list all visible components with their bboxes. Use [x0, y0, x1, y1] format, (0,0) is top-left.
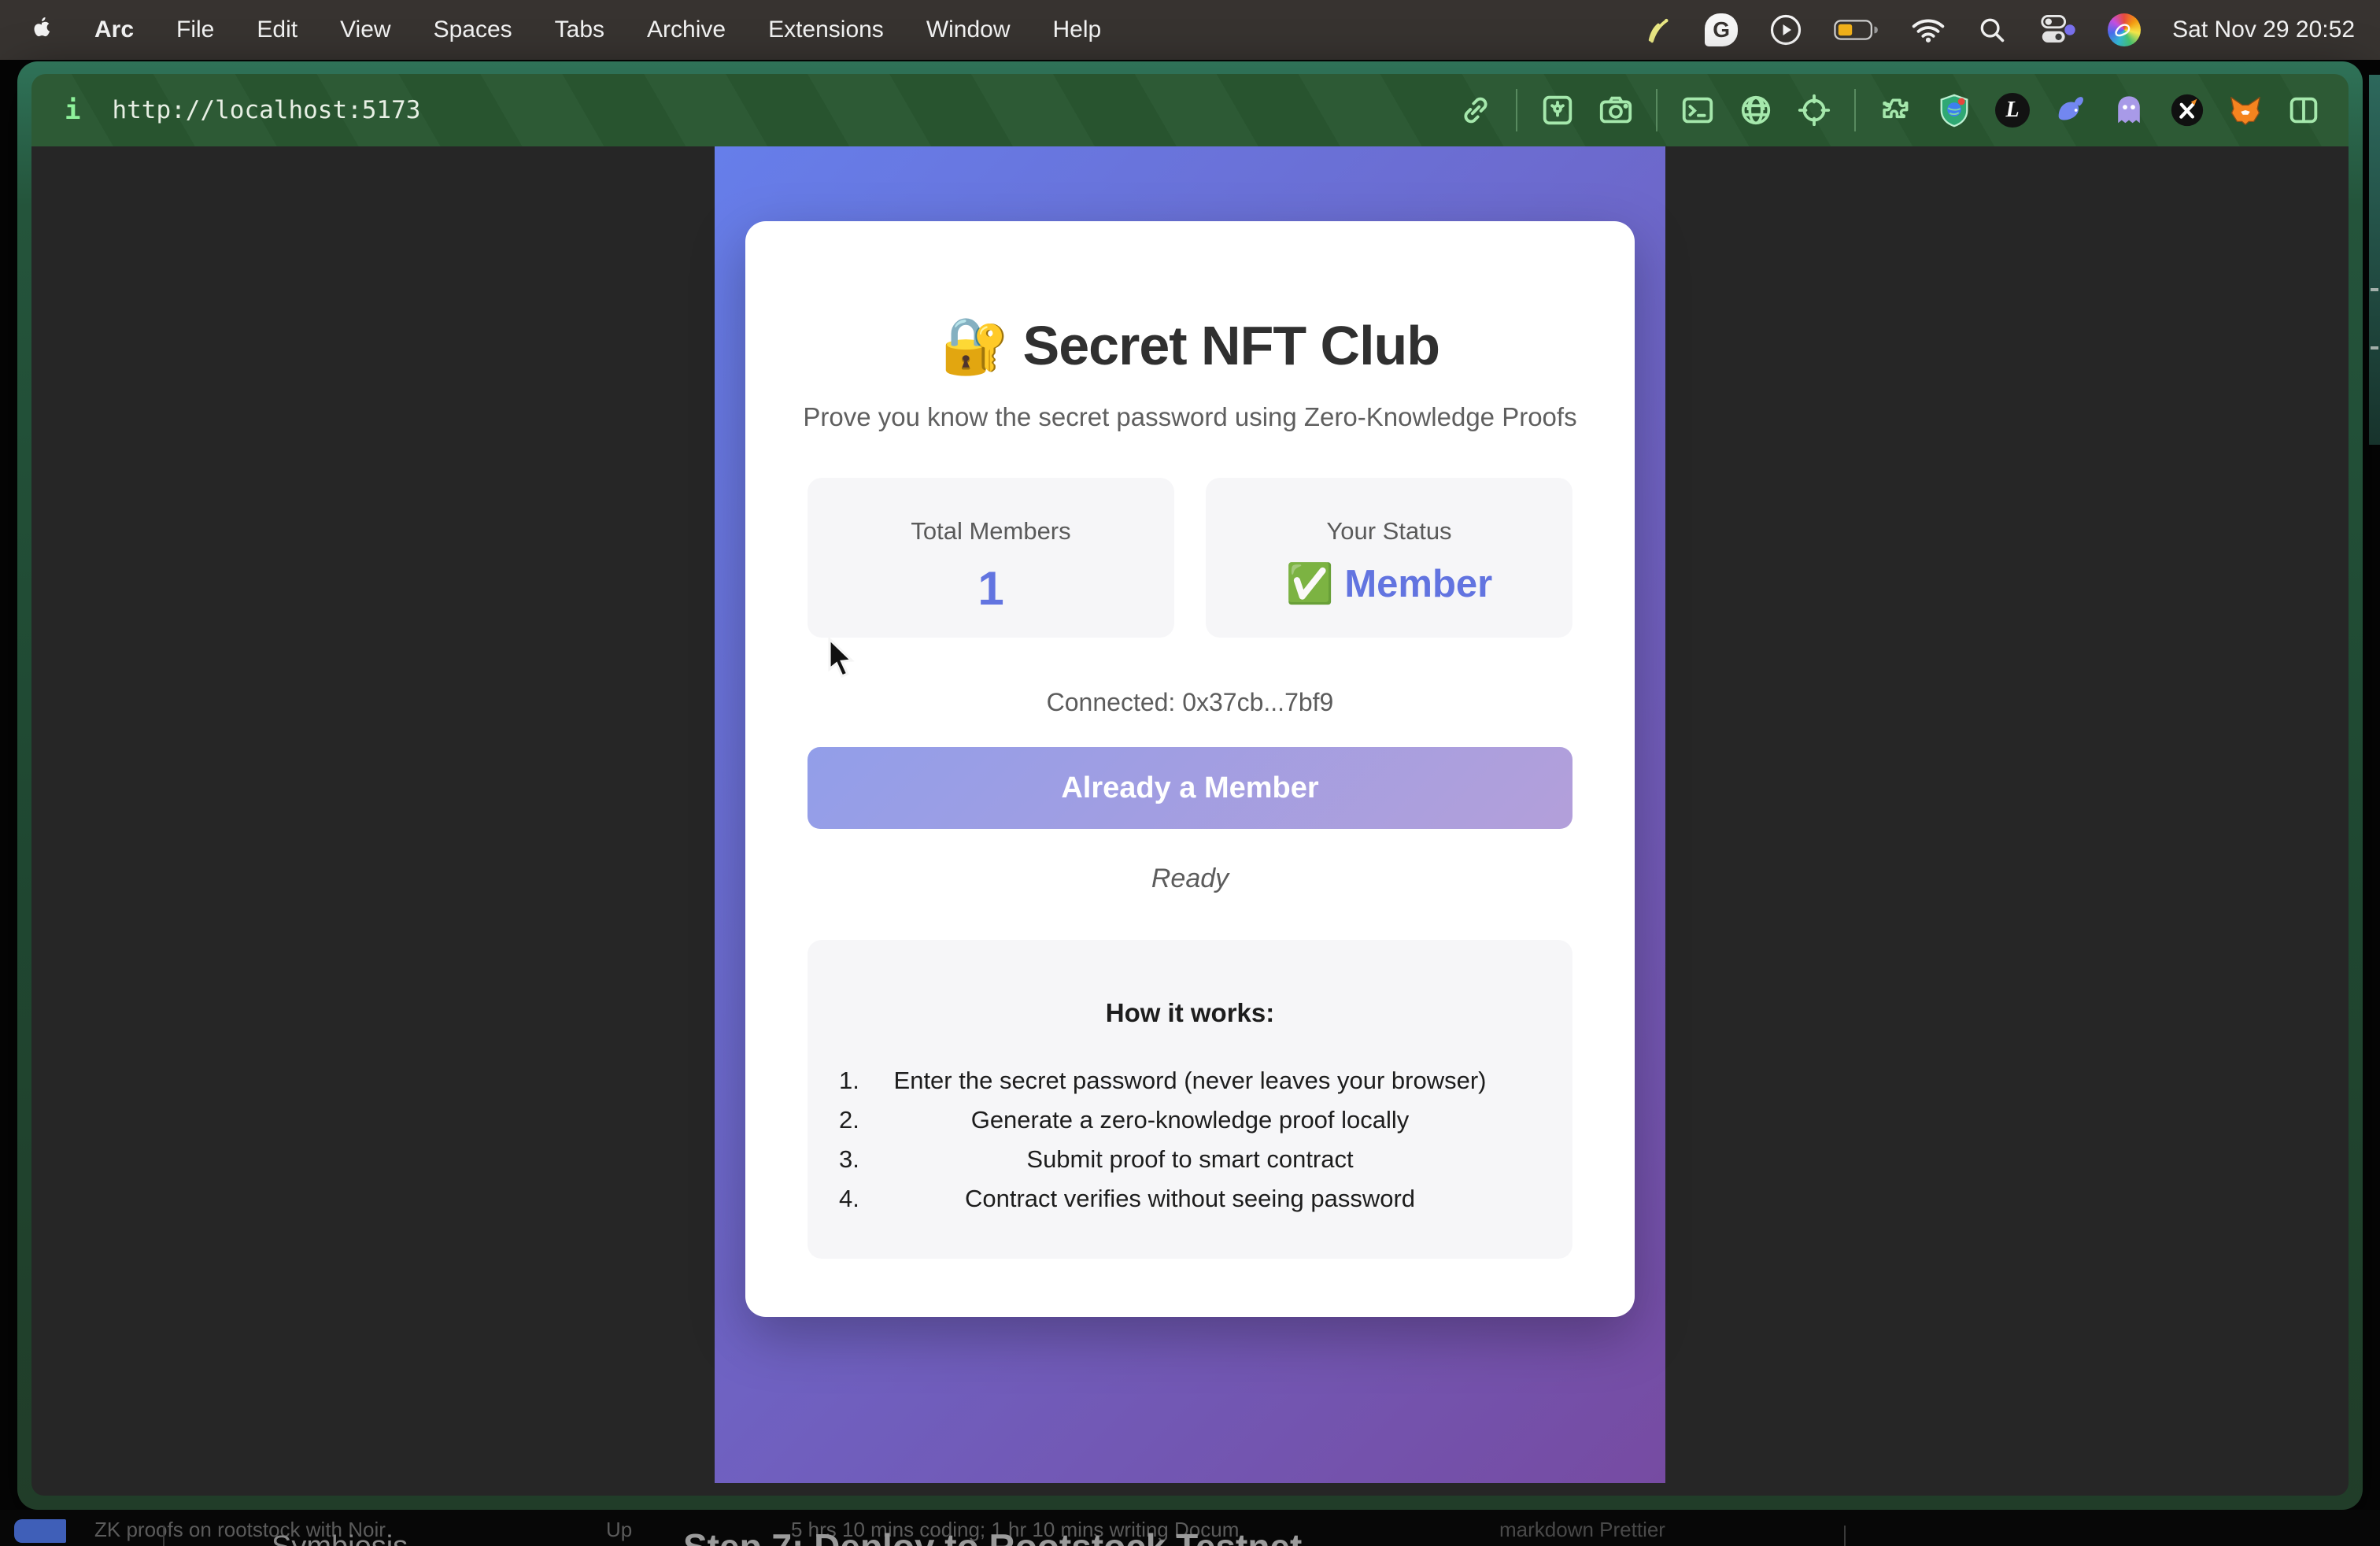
globe-icon[interactable] — [1738, 92, 1774, 128]
loom-icon[interactable]: L — [1994, 92, 2031, 128]
step-4: 4. Contract verifies without seeing pass… — [808, 1179, 1572, 1219]
menu-item-file[interactable]: File — [176, 17, 214, 43]
search-icon[interactable] — [1977, 13, 2007, 47]
status-text: Ready — [745, 864, 1635, 894]
x-app-icon[interactable] — [2169, 92, 2205, 128]
rabby-wallet-icon[interactable] — [2053, 92, 2089, 128]
background-statusbar: markdown Prettier — [1499, 1518, 1665, 1542]
background-symbiosis-label: Symbiosis — [272, 1530, 408, 1546]
apple-icon[interactable] — [28, 13, 52, 47]
menu-item-help[interactable]: Help — [1053, 17, 1102, 43]
sparkle-icon[interactable] — [1643, 13, 1673, 47]
your-status-label: Your Status — [1206, 517, 1572, 546]
site-info-icon[interactable]: i — [65, 94, 80, 126]
total-members-value: 1 — [808, 561, 1174, 616]
picture-in-picture-icon[interactable] — [1539, 92, 1576, 128]
menu-item-view[interactable]: View — [340, 17, 390, 43]
wifi-icon[interactable] — [1911, 13, 1946, 47]
how-it-works-box: How it works: 1. Enter the secret passwo… — [808, 940, 1572, 1259]
menu-item-arc[interactable]: Arc — [94, 17, 134, 43]
step-3: 3. Submit proof to smart contract — [808, 1140, 1572, 1179]
control-center-icon[interactable] — [2038, 13, 2076, 47]
menu-item-tabs[interactable]: Tabs — [555, 17, 604, 43]
extensions-puzzle-icon[interactable] — [1878, 92, 1914, 128]
background-step-heading: Step 7: Deploy to Rootstock Testnet — [683, 1526, 1302, 1546]
background-window-tick — [2371, 288, 2378, 291]
browser-viewport: 🔐 Secret NFT Club Prove you know the sec… — [31, 146, 2349, 1496]
link-icon[interactable] — [1458, 92, 1494, 128]
secret-nft-club-card: 🔐 Secret NFT Club Prove you know the sec… — [745, 221, 1635, 1317]
mouse-cursor — [825, 638, 859, 689]
split-view-icon[interactable] — [2286, 92, 2322, 128]
background-divider — [1844, 1526, 1846, 1546]
menu-clock[interactable]: Sat Nov 29 20:52 — [2172, 17, 2355, 43]
ghostery-icon[interactable] — [2111, 92, 2147, 128]
page-title: 🔐 Secret NFT Club — [745, 221, 1635, 379]
background-tab-chip — [14, 1519, 66, 1543]
how-it-works-steps: 1. Enter the secret password (never leav… — [808, 1061, 1572, 1219]
menu-item-window[interactable]: Window — [926, 17, 1011, 43]
total-members-box: Total Members 1 — [808, 478, 1174, 638]
stats-row: Total Members 1 Your Status ✅ Member — [808, 478, 1572, 638]
total-members-label: Total Members — [808, 517, 1174, 546]
address-bar[interactable]: http://localhost:5173 — [112, 96, 420, 124]
color-wheel-icon[interactable] — [2108, 13, 2141, 46]
background-windows-strip: ZK proofs on rootstock with Noir Up 5 hr… — [0, 1510, 2380, 1546]
battery-icon[interactable] — [1834, 13, 1879, 47]
step-2: 2. Generate a zero-knowledge proof local… — [808, 1100, 1572, 1140]
background-window-edge — [2369, 75, 2380, 445]
arc-browser-window: i http://localhost:5173 — [17, 61, 2363, 1510]
toolbar-divider — [1516, 89, 1517, 131]
how-it-works-title: How it works: — [808, 998, 1572, 1028]
your-status-value: ✅ Member — [1206, 561, 1572, 606]
camera-icon[interactable] — [1598, 92, 1634, 128]
target-icon[interactable] — [1796, 92, 1832, 128]
grammarly-icon[interactable]: G — [1705, 13, 1738, 47]
page-gradient-background: 🔐 Secret NFT Club Prove you know the sec… — [715, 146, 1665, 1483]
toolbar-divider — [1656, 89, 1658, 131]
play-circle-icon[interactable] — [1769, 13, 1802, 47]
connected-address: Connected: 0x37cb...7bf9 — [745, 688, 1635, 717]
terminal-icon[interactable] — [1680, 92, 1716, 128]
desktop: Arc File Edit View Spaces Tabs Archive E… — [0, 0, 2380, 1546]
background-divider — [163, 1526, 164, 1546]
page-subtitle: Prove you know the secret password using… — [745, 402, 1635, 432]
menu-item-extensions[interactable]: Extensions — [768, 17, 884, 43]
background-window-tick — [2371, 346, 2378, 350]
toolbar-divider — [1854, 89, 1856, 131]
your-status-box: Your Status ✅ Member — [1206, 478, 1572, 638]
browser-toolbar: i http://localhost:5173 — [31, 74, 2349, 146]
background-tab-up: Up — [606, 1518, 632, 1542]
menu-item-spaces[interactable]: Spaces — [434, 17, 512, 43]
privacy-shield-icon[interactable] — [1936, 92, 1972, 128]
menu-bar: Arc File Edit View Spaces Tabs Archive E… — [0, 0, 2380, 60]
already-member-button[interactable]: Already a Member — [808, 747, 1572, 829]
menu-item-archive[interactable]: Archive — [647, 17, 726, 43]
menu-item-edit[interactable]: Edit — [257, 17, 298, 43]
step-1: 1. Enter the secret password (never leav… — [808, 1061, 1572, 1100]
metamask-icon[interactable] — [2227, 92, 2264, 128]
